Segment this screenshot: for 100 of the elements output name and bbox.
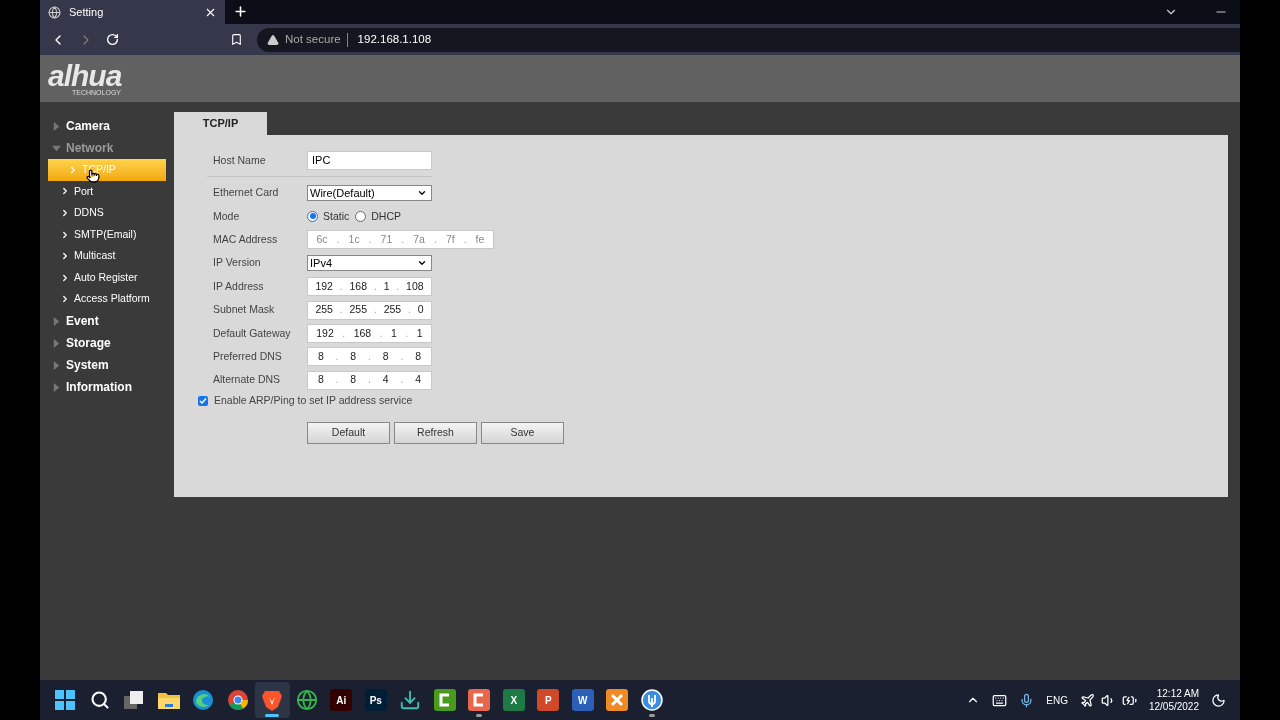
checkbox-label: Enable ARP/Ping to set IP address service	[214, 392, 413, 408]
windows-start-icon[interactable]	[55, 690, 76, 710]
tab[interactable]: TCP/IP	[174, 112, 267, 135]
host-name-field[interactable]: IPC	[307, 151, 432, 171]
taskbar-item[interactable]: Ps	[358, 682, 393, 718]
octet-value: 8	[382, 348, 389, 364]
radio-button[interactable]	[307, 210, 318, 222]
sidebar-item[interactable]: Network	[66, 139, 114, 157]
app-circle-icon[interactable]	[640, 689, 663, 711]
octet-value: fe	[475, 232, 485, 247]
sidebar-subitem[interactable]: Auto Register	[40, 266, 174, 289]
octet-value: 8	[317, 372, 324, 388]
new-tab-icon[interactable]	[233, 4, 248, 19]
sidebar-item[interactable]: Information	[66, 378, 132, 397]
taskbar-item[interactable]: W	[565, 682, 600, 718]
dot-separator: .	[335, 372, 339, 388]
sidebar-item[interactable]: System	[66, 356, 109, 375]
app-icon[interactable]: Ai	[330, 689, 353, 711]
reload-icon[interactable]	[106, 33, 119, 46]
sidebar-subitem[interactable]: Access Platform	[40, 288, 174, 311]
address-field[interactable]: 8 . 8 . 4 . 4	[307, 370, 432, 390]
octet-value: 6c	[316, 232, 328, 247]
app-icon[interactable]: P	[537, 689, 560, 711]
octet-value: 8	[415, 348, 421, 364]
taskbar-item[interactable]: P	[531, 682, 566, 718]
browser-tab[interactable]: Setting	[40, 0, 225, 24]
field-label: Default Gateway	[213, 325, 292, 341]
dot-separator: .	[401, 232, 405, 247]
dot-separator: .	[368, 232, 372, 247]
taskbar-item[interactable]	[255, 682, 290, 718]
octet-value: 8	[350, 348, 357, 364]
sidebar-subitem[interactable]: Port	[40, 180, 174, 203]
app-icon[interactable]: Ps	[364, 689, 387, 711]
globe-icon	[48, 5, 61, 19]
chevron-right-icon	[60, 208, 70, 218]
action-button[interactable]: Save	[481, 421, 564, 444]
sidebar-subitem[interactable]: DDNS	[40, 202, 174, 224]
chrome-icon[interactable]	[226, 689, 249, 711]
field-label: IP Version	[213, 255, 262, 271]
dropdown[interactable]: IPv4	[307, 255, 432, 272]
moon-icon[interactable]	[1211, 692, 1226, 708]
address-field[interactable]: 255 . 255 . 255 . 0	[307, 300, 432, 320]
chevron-right-icon	[60, 294, 70, 305]
airplane-icon[interactable]	[1079, 692, 1095, 708]
dot-separator: .	[405, 325, 409, 341]
app-icon[interactable]: X	[502, 689, 525, 711]
app-icon[interactable]: W	[571, 689, 594, 711]
bookmark-icon[interactable]	[230, 33, 243, 46]
dot-separator: .	[400, 348, 404, 364]
address-field[interactable]: 8 . 8 . 8 . 8	[307, 347, 432, 367]
download-icon[interactable]	[399, 689, 422, 711]
app-c-icon[interactable]	[468, 689, 491, 711]
field-label: Preferred DNS	[213, 348, 283, 364]
url-text: 192.168.1.108	[357, 31, 432, 47]
sidebar-subitem[interactable]: Multicast	[40, 245, 174, 267]
xampp-icon[interactable]	[606, 689, 629, 711]
dot-separator: .	[368, 348, 371, 364]
action-button[interactable]: Default	[307, 421, 390, 444]
octet-value: 7f	[445, 232, 455, 247]
dot-separator: .	[339, 278, 343, 294]
folder-icon[interactable]	[157, 691, 180, 709]
radio-button[interactable]	[355, 210, 367, 222]
dot-separator: .	[339, 302, 343, 318]
octet-value: 192	[316, 325, 334, 341]
octet-value: 0	[417, 302, 424, 318]
language-indicator[interactable]: ENG	[1046, 692, 1068, 708]
address-bar[interactable]: Not secure 192.168.1.108	[257, 27, 1240, 52]
task-view-icon[interactable]	[124, 690, 145, 710]
checkbox[interactable]	[198, 395, 208, 406]
radio-label: DHCP	[371, 208, 402, 224]
octet-value: 255	[383, 302, 402, 318]
clock[interactable]: 12:12 AM 12/05/2022	[1148, 687, 1199, 713]
search-icon[interactable]	[89, 690, 110, 710]
dot-separator: .	[463, 232, 467, 247]
keyboard-icon[interactable]	[992, 692, 1008, 708]
sidebar-item[interactable]: Storage	[66, 334, 111, 353]
lion-shield-icon[interactable]	[262, 689, 283, 711]
action-button[interactable]: Refresh	[394, 421, 477, 444]
edge-icon[interactable]	[192, 689, 215, 711]
app-c-icon[interactable]	[433, 689, 456, 711]
dropdown[interactable]: Wire(Default)	[307, 185, 432, 202]
dot-separator: .	[373, 302, 377, 318]
address-field[interactable]: 192 . 168 . 1 . 108	[307, 277, 432, 297]
field-label: IP Address	[213, 278, 265, 294]
sidebar-item[interactable]: Event	[66, 312, 99, 331]
taskbar-item[interactable]: Ai	[324, 682, 359, 718]
taskbar-item[interactable]: X	[496, 682, 531, 718]
field-label: Ethernet Card	[213, 185, 280, 201]
field-label: Mode	[213, 208, 241, 224]
octet-value: 1	[416, 325, 423, 341]
security-label: Not secure	[285, 31, 341, 47]
address-field[interactable]: 192 . 168 . 1 . 1	[307, 323, 432, 343]
octet-value: 168	[349, 278, 368, 294]
octet-value: 71	[380, 232, 393, 247]
microphone-icon[interactable]	[1019, 692, 1035, 708]
octet-value: 192	[315, 278, 333, 294]
warning-icon	[267, 33, 279, 46]
sidebar-subitem[interactable]: SMTP(Email)	[40, 223, 174, 246]
sidebar-item[interactable]: Camera	[66, 117, 111, 135]
globe-icon[interactable]	[295, 689, 318, 711]
